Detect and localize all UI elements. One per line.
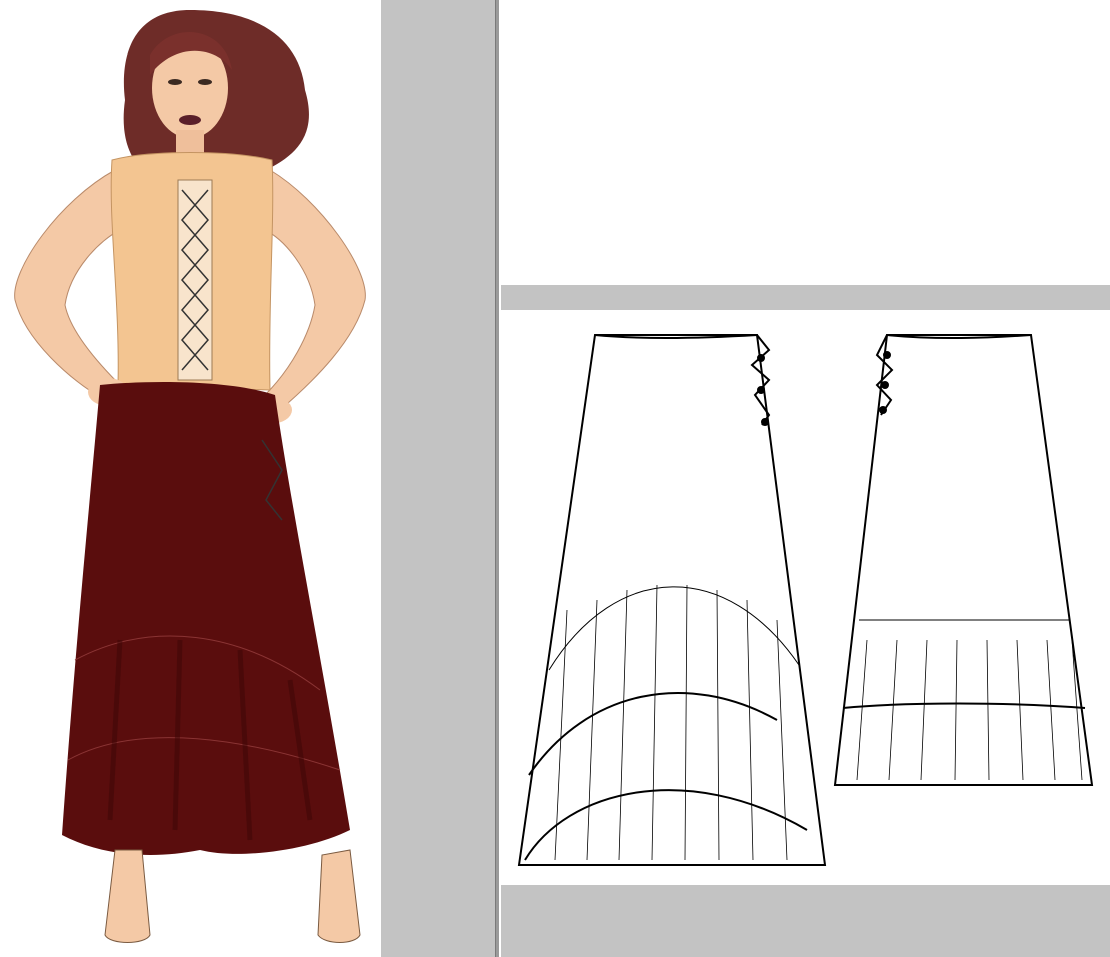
- bottom-gray-band: [501, 885, 1110, 957]
- skirt-front-flat-icon: [517, 334, 827, 866]
- panel-separator: [501, 285, 1110, 310]
- technical-flats-canvas: [507, 310, 1110, 885]
- top-canvas: [501, 0, 1110, 285]
- gray-gutter: [381, 0, 495, 957]
- top-caption: [501, 0, 831, 4]
- right-foot: [317, 849, 361, 943]
- skirt-back-flat-icon: [833, 334, 1094, 786]
- fashion-figure-illustration: [14, 10, 366, 943]
- model-illustration-panel: [0, 0, 381, 957]
- left-arm: [14, 169, 121, 401]
- left-foot: [104, 849, 151, 943]
- flats-drawing: [517, 334, 1094, 866]
- right-arm: [264, 169, 366, 411]
